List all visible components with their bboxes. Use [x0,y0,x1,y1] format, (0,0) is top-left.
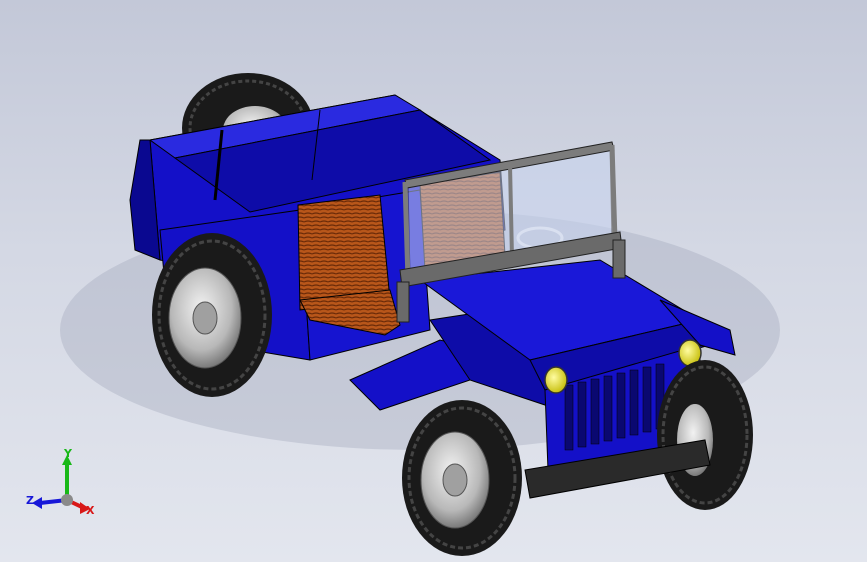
z-axis-label: Z [26,494,34,507]
jeep-3d-model[interactable] [0,0,867,562]
rear-left-wheel[interactable] [152,233,272,397]
x-axis-label: X [86,504,95,517]
front-left-wheel[interactable] [402,400,522,556]
front-right-wheel[interactable] [657,360,753,510]
left-headlight [544,366,568,394]
graphics-viewport[interactable]: Y X Z [0,0,867,562]
y-axis-label: Y [64,447,72,460]
